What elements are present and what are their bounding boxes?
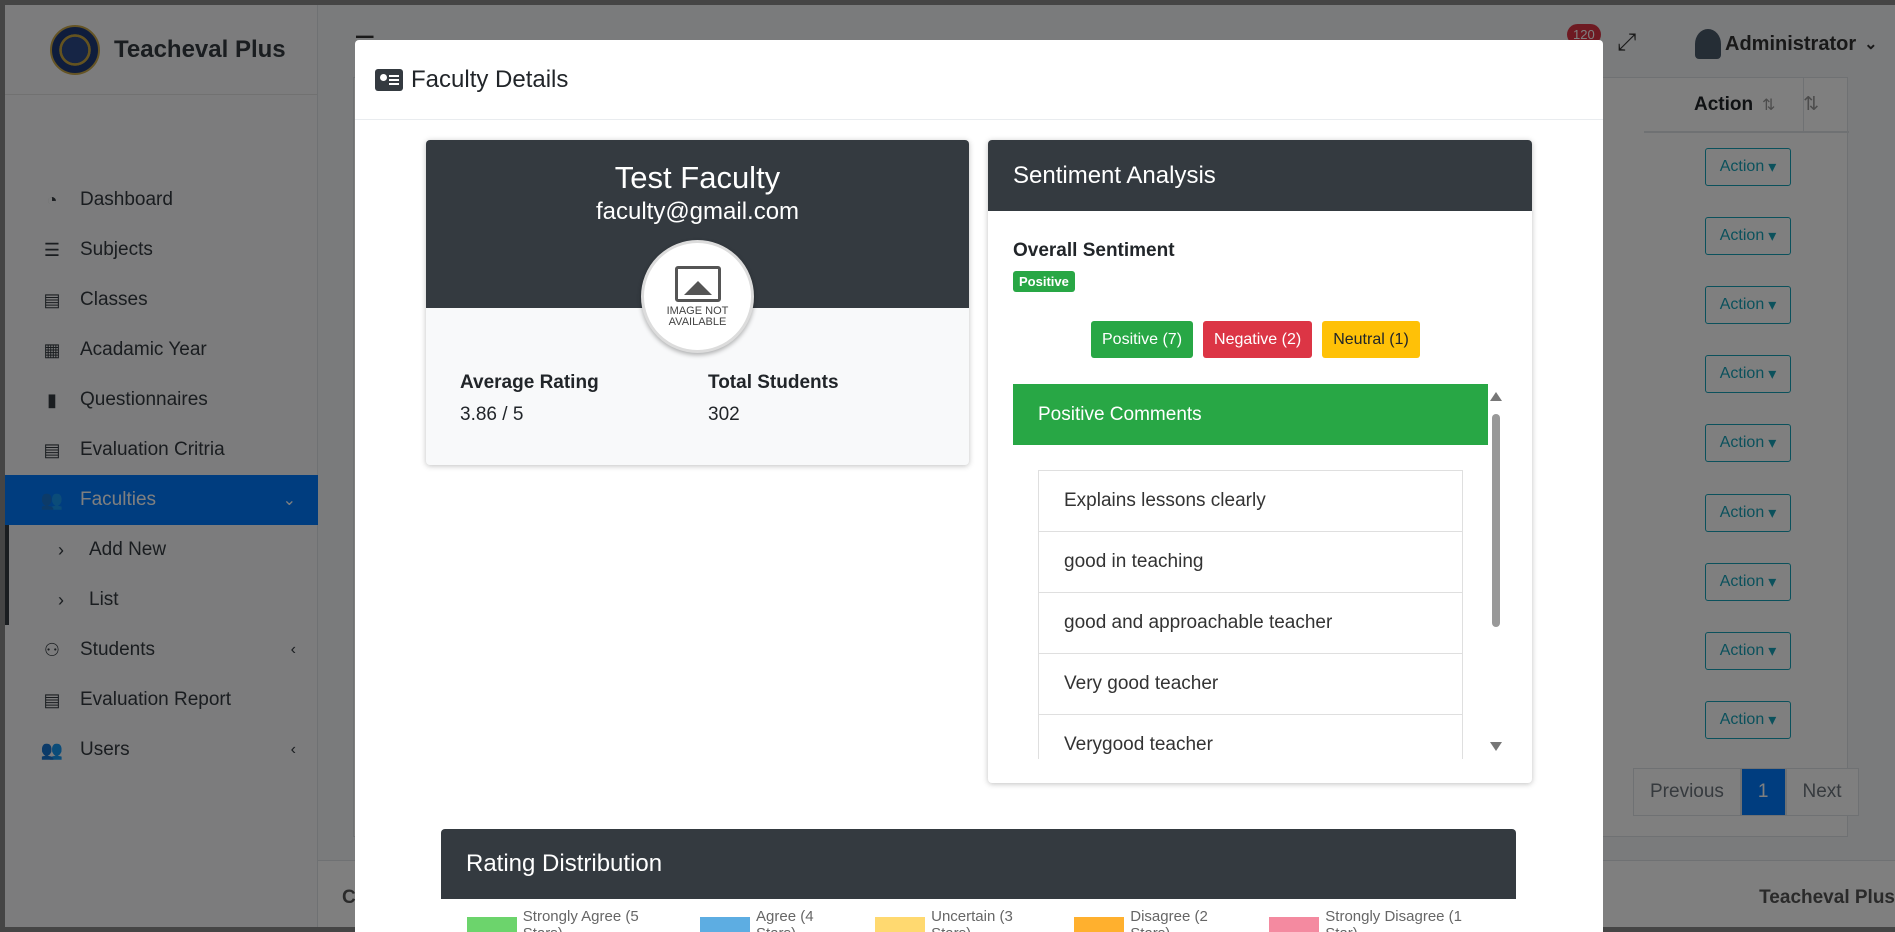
faculty-stats: Average Rating 3.86 / 5 Total Students 3… <box>460 372 956 426</box>
legend-swatch <box>1074 916 1125 932</box>
sentiment-title: Sentiment Analysis <box>988 140 1532 211</box>
overall-sentiment-label: Overall Sentiment <box>1013 240 1175 261</box>
comments-scrollbar[interactable] <box>1488 384 1504 759</box>
legend-label: Uncertain (3 Stars) <box>931 908 1013 932</box>
legend-item[interactable]: Agree (4 Stars) <box>700 908 857 932</box>
faculty-details-modal: Faculty Details Test Faculty faculty@gma… <box>355 40 1603 932</box>
list-item: Verygood teacher <box>1039 715 1462 759</box>
id-card-icon <box>375 68 403 91</box>
average-rating: Average Rating 3.86 / 5 <box>460 372 708 426</box>
modal-title-text: Faculty Details <box>411 65 569 93</box>
legend-item[interactable]: Strongly Disagree (1 Star) <box>1269 908 1498 932</box>
positive-comments-panel[interactable]: Positive Comments Explains lessons clear… <box>1013 384 1488 759</box>
neutral-count-button[interactable]: Neutral (1) <box>1322 321 1420 358</box>
positive-comments-title: Positive Comments <box>1013 384 1488 445</box>
faculty-profile-card: Test Faculty faculty@gmail.com IMAGE NOT… <box>426 140 969 465</box>
scrollbar-thumb[interactable] <box>1492 414 1500 627</box>
legend-label: Disagree (2 Stars) <box>1130 908 1208 932</box>
legend-label: Strongly Disagree (1 Star) <box>1325 908 1463 932</box>
rating-distribution-card: Rating Distribution Strongly Agree (5 St… <box>441 829 1516 932</box>
sentiment-counts: Positive (7) Negative (2) Neutral (1) <box>1091 321 1420 358</box>
average-rating-label: Average Rating <box>460 372 599 393</box>
legend-swatch <box>700 916 751 932</box>
faculty-name: Test Faculty <box>614 160 781 195</box>
list-item: good and approachable teacher <box>1039 593 1462 654</box>
list-item: good in teaching <box>1039 532 1462 593</box>
legend-swatch <box>1269 916 1320 932</box>
list-item: Very good teacher <box>1039 654 1462 715</box>
legend-item[interactable]: Disagree (2 Stars) <box>1074 908 1251 932</box>
avatar-placeholder-text: IMAGE NOT AVAILABLE <box>666 304 729 328</box>
rating-distribution-title: Rating Distribution <box>441 829 1516 899</box>
modal-header: Faculty Details <box>355 40 1603 120</box>
sentiment-analysis-card: Sentiment Analysis Overall Sentiment Pos… <box>988 140 1532 783</box>
total-students-value: 302 <box>708 404 740 425</box>
legend-label: Strongly Agree (5 Stars) <box>522 908 639 932</box>
scroll-down-icon[interactable] <box>1490 742 1502 751</box>
legend-item[interactable]: Uncertain (3 Stars) <box>875 908 1056 932</box>
modal-title: Faculty Details <box>375 66 568 94</box>
chart-legend: Strongly Agree (5 Stars) Agree (4 Stars) U… <box>441 908 1516 932</box>
faculty-avatar: IMAGE NOT AVAILABLE <box>641 240 754 353</box>
legend-swatch <box>467 916 517 932</box>
scroll-up-icon[interactable] <box>1490 392 1502 401</box>
status-badge: Positive <box>1013 271 1075 292</box>
legend-item[interactable]: Strongly Agree (5 Stars) <box>467 908 682 932</box>
image-icon <box>674 265 721 302</box>
legend-swatch <box>875 916 926 932</box>
average-rating-value: 3.86 / 5 <box>460 404 524 425</box>
total-students-label: Total Students <box>708 372 839 393</box>
list-item: Explains lessons clearly <box>1039 471 1462 532</box>
total-students: Total Students 302 <box>708 372 956 426</box>
positive-count-button[interactable]: Positive (7) <box>1091 321 1194 358</box>
faculty-email: faculty@gmail.com <box>595 198 800 225</box>
legend-label: Agree (4 Stars) <box>756 908 814 932</box>
negative-count-button[interactable]: Negative (2) <box>1203 321 1313 358</box>
comments-list: Explains lessons clearly good in teachin… <box>1038 470 1463 759</box>
